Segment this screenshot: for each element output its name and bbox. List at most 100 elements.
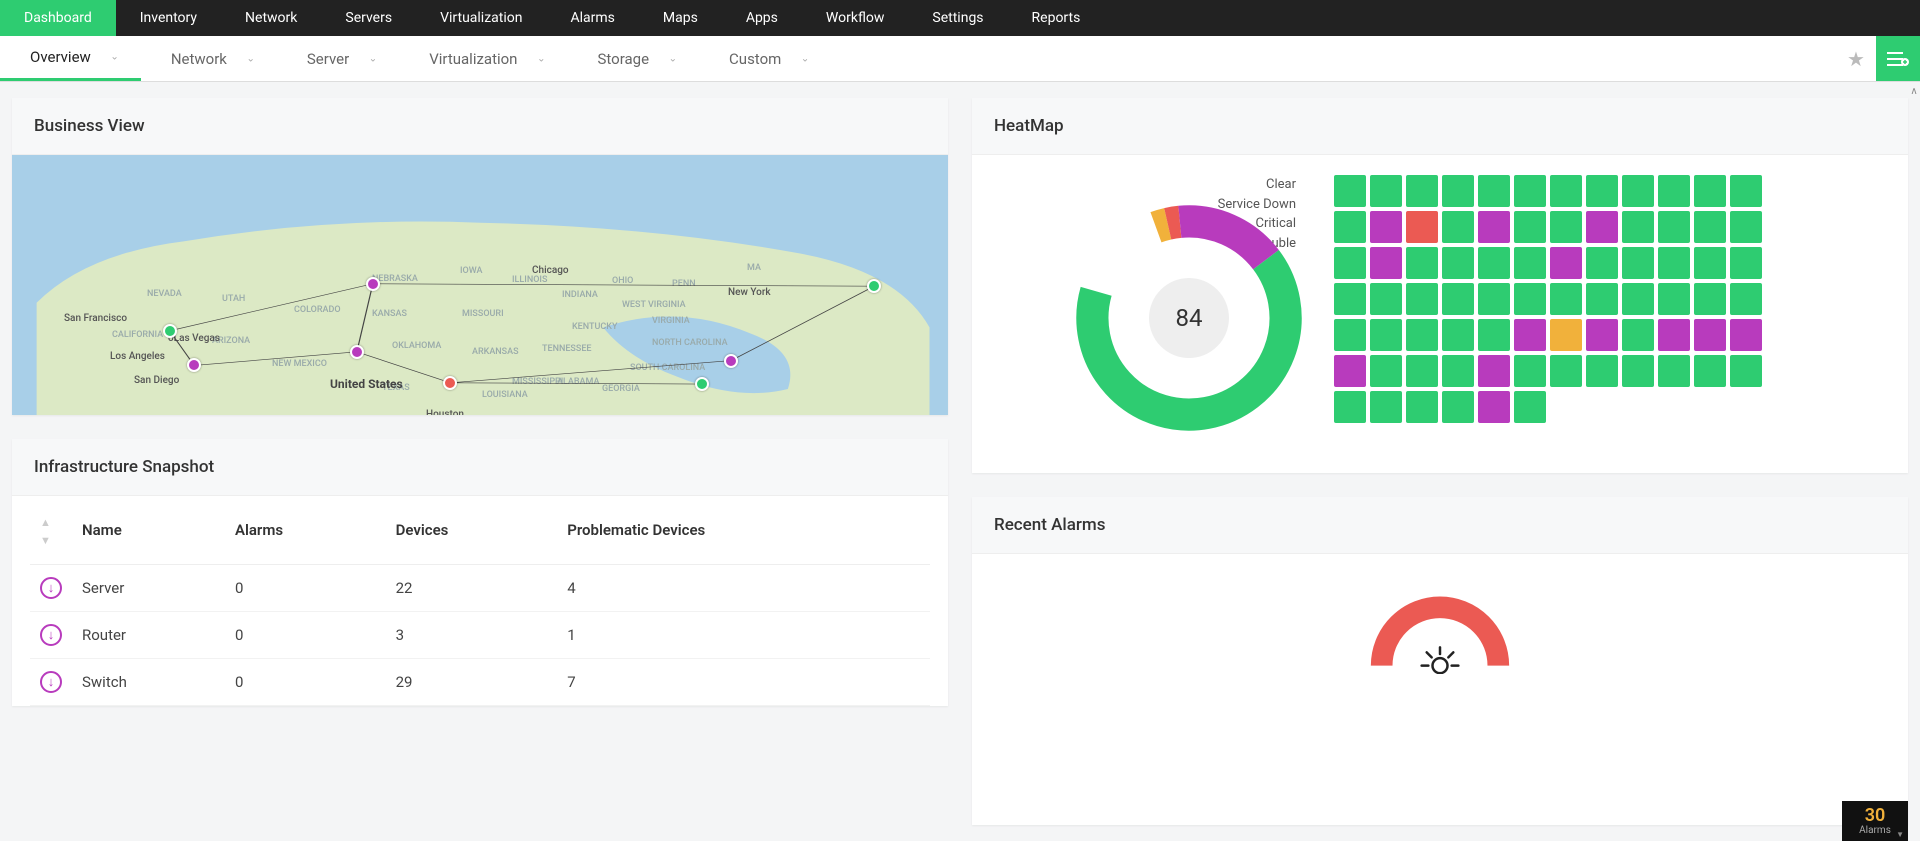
heatmap-cell[interactable] (1514, 283, 1546, 315)
heatmap-cell[interactable] (1406, 211, 1438, 243)
heatmap-cell[interactable] (1730, 283, 1762, 315)
heatmap-cell[interactable] (1406, 247, 1438, 279)
subnav-virtualization[interactable]: Virtualization⌄ (399, 36, 567, 81)
heatmap-cell[interactable] (1334, 211, 1366, 243)
heatmap-cell[interactable] (1370, 319, 1402, 351)
topnav-apps[interactable]: Apps (722, 0, 802, 36)
heatmap-donut-chart[interactable]: 84 (1074, 203, 1304, 433)
heatmap-cell[interactable] (1694, 247, 1726, 279)
topnav-servers[interactable]: Servers (321, 0, 416, 36)
heatmap-cell[interactable] (1658, 211, 1690, 243)
heatmap-cell[interactable] (1550, 247, 1582, 279)
heatmap-cell[interactable] (1730, 355, 1762, 387)
expand-row-icon[interactable]: ↓ (40, 624, 62, 646)
heatmap-cell[interactable] (1586, 211, 1618, 243)
heatmap-cell[interactable] (1586, 319, 1618, 351)
subnav-network[interactable]: Network⌄ (141, 36, 277, 81)
heatmap-cell[interactable] (1694, 175, 1726, 207)
subnav-storage[interactable]: Storage⌄ (567, 36, 699, 81)
heatmap-cell[interactable] (1730, 319, 1762, 351)
topnav-maps[interactable]: Maps (639, 0, 722, 36)
heatmap-cell[interactable] (1550, 319, 1582, 351)
heatmap-grid[interactable] (1334, 175, 1762, 423)
favorite-star-icon[interactable]: ★ (1836, 36, 1876, 81)
heatmap-cell[interactable] (1478, 283, 1510, 315)
heatmap-cell[interactable] (1658, 247, 1690, 279)
table-row[interactable]: ↓ Switch 0 29 7 (30, 659, 930, 706)
topnav-alarms[interactable]: Alarms (546, 0, 638, 36)
heatmap-cell[interactable] (1694, 211, 1726, 243)
heatmap-cell[interactable] (1334, 175, 1366, 207)
heatmap-cell[interactable] (1442, 175, 1474, 207)
heatmap-cell[interactable] (1370, 355, 1402, 387)
heatmap-cell[interactable] (1622, 283, 1654, 315)
expand-row-icon[interactable]: ↓ (40, 577, 62, 599)
heatmap-cell[interactable] (1658, 175, 1690, 207)
heatmap-cell[interactable] (1550, 283, 1582, 315)
table-row[interactable]: ↓ Router 0 3 1 (30, 612, 930, 659)
heatmap-cell[interactable] (1442, 283, 1474, 315)
heatmap-cell[interactable] (1622, 247, 1654, 279)
map-node[interactable] (695, 377, 709, 391)
heatmap-cell[interactable] (1442, 211, 1474, 243)
heatmap-cell[interactable] (1622, 319, 1654, 351)
heatmap-cell[interactable] (1586, 283, 1618, 315)
topnav-settings[interactable]: Settings (908, 0, 1007, 36)
heatmap-cell[interactable] (1694, 319, 1726, 351)
column-header[interactable]: Problematic Devices (557, 496, 930, 565)
heatmap-cell[interactable] (1370, 283, 1402, 315)
topnav-dashboard[interactable]: Dashboard (0, 0, 116, 36)
heatmap-cell[interactable] (1334, 355, 1366, 387)
heatmap-cell[interactable] (1622, 211, 1654, 243)
heatmap-cell[interactable] (1478, 247, 1510, 279)
heatmap-cell[interactable] (1658, 355, 1690, 387)
column-header[interactable]: Name (72, 496, 225, 565)
heatmap-cell[interactable] (1658, 283, 1690, 315)
heatmap-cell[interactable] (1478, 211, 1510, 243)
heatmap-cell[interactable] (1442, 355, 1474, 387)
heatmap-cell[interactable] (1694, 283, 1726, 315)
heatmap-cell[interactable] (1406, 355, 1438, 387)
table-row[interactable]: ↓ Server 0 22 4 (30, 565, 930, 612)
topnav-inventory[interactable]: Inventory (116, 0, 221, 36)
heatmap-cell[interactable] (1370, 211, 1402, 243)
topnav-reports[interactable]: Reports (1008, 0, 1105, 36)
subnav-overview[interactable]: Overview⌄ (0, 36, 141, 81)
subnav-server[interactable]: Server⌄ (277, 36, 399, 81)
sort-icon[interactable]: ▲▼ (30, 496, 72, 565)
heatmap-cell[interactable] (1622, 355, 1654, 387)
heatmap-cell[interactable] (1442, 247, 1474, 279)
heatmap-cell[interactable] (1370, 247, 1402, 279)
heatmap-cell[interactable] (1334, 319, 1366, 351)
heatmap-cell[interactable] (1586, 175, 1618, 207)
map-node[interactable] (350, 345, 364, 359)
heatmap-cell[interactable] (1586, 355, 1618, 387)
heatmap-cell[interactable] (1478, 355, 1510, 387)
heatmap-cell[interactable] (1514, 355, 1546, 387)
map-node[interactable] (724, 354, 738, 368)
heatmap-cell[interactable] (1334, 283, 1366, 315)
heatmap-cell[interactable] (1406, 175, 1438, 207)
map-node[interactable] (163, 324, 177, 338)
heatmap-cell[interactable] (1478, 391, 1510, 423)
topnav-workflow[interactable]: Workflow (802, 0, 909, 36)
map-node[interactable] (366, 277, 380, 291)
heatmap-cell[interactable] (1658, 319, 1690, 351)
heatmap-cell[interactable] (1550, 211, 1582, 243)
heatmap-cell[interactable] (1370, 391, 1402, 423)
expand-row-icon[interactable]: ↓ (40, 671, 62, 693)
topnav-network[interactable]: Network (221, 0, 321, 36)
column-header[interactable]: Devices (386, 496, 558, 565)
heatmap-cell[interactable] (1730, 211, 1762, 243)
scroll-up-icon[interactable]: ∧ (1908, 82, 1920, 100)
subnav-custom[interactable]: Custom⌄ (699, 36, 831, 81)
business-view-map[interactable]: NEVADAUTAHCOLORADOARIZONANEW MEXICONEBRA… (12, 155, 948, 415)
heatmap-cell[interactable] (1514, 247, 1546, 279)
heatmap-cell[interactable] (1514, 175, 1546, 207)
heatmap-cell[interactable] (1586, 247, 1618, 279)
heatmap-cell[interactable] (1514, 391, 1546, 423)
heatmap-cell[interactable] (1478, 319, 1510, 351)
heatmap-cell[interactable] (1406, 283, 1438, 315)
topnav-virtualization[interactable]: Virtualization (416, 0, 546, 36)
heatmap-cell[interactable] (1406, 391, 1438, 423)
